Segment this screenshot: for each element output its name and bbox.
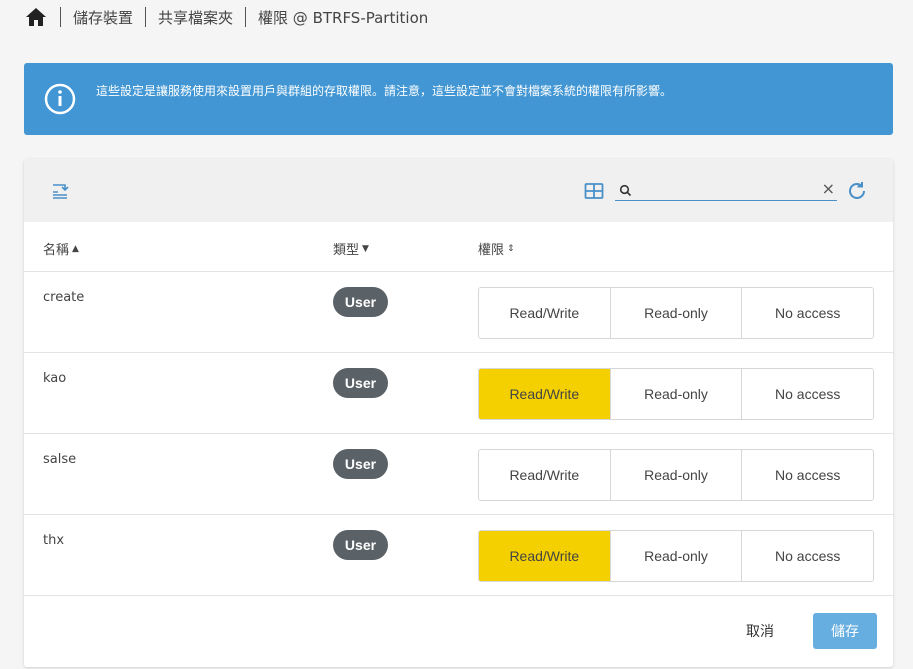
column-header-name[interactable]: 名稱 ▲ (43, 239, 79, 258)
row-name: create (43, 290, 85, 305)
type-badge: User (333, 449, 388, 479)
home-icon[interactable] (24, 5, 48, 29)
info-banner: 這些設定是讓服務使用來設置用戶與群組的存取權限。請注意，這些設定並不會對檔案系統… (24, 63, 893, 135)
breadcrumb-item-storage[interactable]: 儲存裝置 (73, 7, 143, 28)
breadcrumb: 儲存裝置 共享檔案夾 權限 @ BTRFS-Partition (24, 4, 438, 30)
type-badge: User (333, 530, 388, 560)
type-badge: User (333, 368, 388, 398)
table-body: create User Read/Write Read-only No access ka… (24, 272, 893, 596)
permission-toggle-group: Read/Write Read-only No access (478, 449, 874, 501)
toolbar: × (24, 159, 893, 222)
save-button[interactable]: 儲存 (813, 613, 877, 649)
no-access-button[interactable]: No access (742, 369, 873, 419)
type-badge: User (333, 287, 388, 317)
read-write-button[interactable]: Read/Write (479, 369, 611, 419)
breadcrumb-separator (60, 7, 61, 27)
info-icon (44, 83, 76, 115)
breadcrumb-item-shared-folders[interactable]: 共享檔案夾 (158, 7, 243, 28)
banner-message: 這些設定是讓服務使用來設置用戶與群組的存取權限。請注意，這些設定並不會對檔案系統… (96, 84, 673, 98)
table-row: thx User Read/Write Read-only No access (24, 515, 893, 596)
search-icon (619, 182, 632, 197)
read-write-button[interactable]: Read/Write (479, 450, 611, 500)
breadcrumb-separator (145, 7, 147, 27)
table-header: 名稱 ▲ 類型 ▼ 權限 ⇕ (24, 222, 893, 272)
column-header-permission[interactable]: 權限 ⇕ (478, 239, 515, 258)
breadcrumb-item-current: 權限 @ BTRFS-Partition (258, 8, 429, 27)
row-name: kao (43, 371, 67, 386)
table-row: kao User Read/Write Read-only No access (24, 353, 893, 434)
read-write-button[interactable]: Read/Write (479, 531, 611, 581)
list-filter-icon[interactable] (50, 181, 70, 201)
no-access-button[interactable]: No access (742, 288, 873, 338)
read-only-button[interactable]: Read-only (610, 369, 743, 419)
permission-toggle-group: Read/Write Read-only No access (478, 287, 874, 339)
table-row: create User Read/Write Read-only No access (24, 272, 893, 353)
breadcrumb-separator (245, 7, 247, 27)
sort-ascending-icon: ▲ (72, 243, 79, 254)
grid-view-icon[interactable] (584, 181, 604, 201)
search-input[interactable] (637, 180, 813, 198)
chevron-down-icon: ▼ (362, 243, 369, 254)
no-access-button[interactable]: No access (742, 531, 873, 581)
cancel-button[interactable]: 取消 (746, 621, 774, 641)
permission-toggle-group: Read/Write Read-only No access (478, 530, 874, 582)
permissions-card: × 名稱 ▲ 類型 ▼ 權限 ⇕ create User Read/Write Rea… (24, 159, 893, 667)
table-row: salse User Read/Write Read-only No access (24, 434, 893, 515)
read-write-button[interactable]: Read/Write (479, 288, 611, 338)
read-only-button[interactable]: Read-only (610, 450, 743, 500)
row-name: salse (43, 452, 77, 467)
footer: 取消 儲存 (24, 597, 893, 667)
row-name: thx (43, 533, 65, 548)
no-access-button[interactable]: No access (742, 450, 873, 500)
search-box: × (615, 179, 837, 201)
refresh-icon[interactable] (846, 180, 868, 202)
sort-icon: ⇕ (507, 243, 515, 254)
clear-search-icon[interactable]: × (822, 180, 835, 198)
read-only-button[interactable]: Read-only (610, 531, 743, 581)
permission-toggle-group: Read/Write Read-only No access (478, 368, 874, 420)
read-only-button[interactable]: Read-only (610, 288, 743, 338)
column-header-type[interactable]: 類型 ▼ (333, 239, 369, 258)
